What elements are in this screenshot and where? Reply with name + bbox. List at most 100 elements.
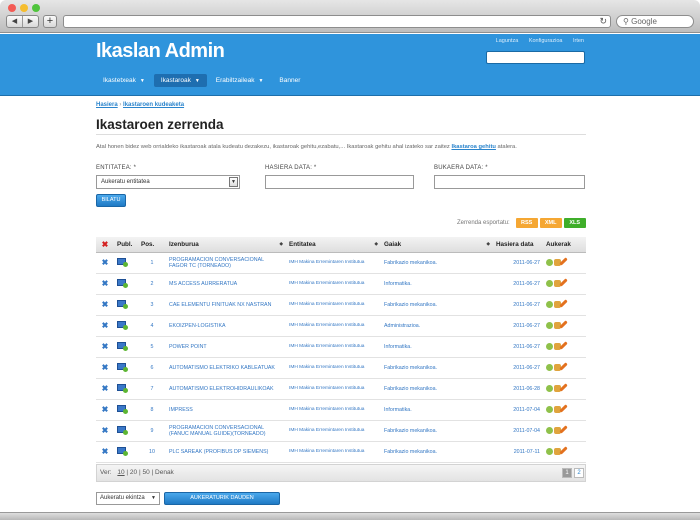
- edit-pencil-icon[interactable]: [559, 425, 568, 434]
- title-link[interactable]: PROGRAMACION CONVERSACIONAL FAGOR TC (TO…: [166, 252, 286, 274]
- delete-row-icon[interactable]: ✖: [96, 252, 114, 274]
- publish-cell[interactable]: [114, 420, 138, 442]
- nav-ikastetxeak[interactable]: Ikastetxeak ▼: [96, 74, 152, 87]
- delete-row-icon[interactable]: ✖: [96, 420, 114, 442]
- published-icon[interactable]: [117, 426, 128, 435]
- view-icon[interactable]: [546, 280, 553, 287]
- edit-pencil-icon[interactable]: [559, 404, 568, 413]
- published-icon[interactable]: [117, 447, 128, 456]
- col-izenburua[interactable]: Izenburua ◆: [166, 237, 286, 253]
- title-link[interactable]: EKOIZPEN-LOGISTIKA: [166, 315, 286, 337]
- page-1-button[interactable]: 1: [562, 468, 572, 478]
- publish-cell[interactable]: [114, 294, 138, 316]
- close-window-button[interactable]: [8, 4, 16, 12]
- view-icon[interactable]: [546, 406, 553, 413]
- view-icon[interactable]: [546, 427, 553, 434]
- publish-cell[interactable]: [114, 378, 138, 400]
- export-rss-button[interactable]: RSS: [515, 218, 538, 228]
- edit-pencil-icon[interactable]: [559, 446, 568, 455]
- page-size-50[interactable]: 50: [142, 469, 149, 476]
- delete-row-icon[interactable]: ✖: [96, 357, 114, 379]
- publish-cell[interactable]: [114, 336, 138, 358]
- published-icon[interactable]: [117, 363, 128, 372]
- browser-search-field[interactable]: ⚲ Google: [616, 15, 694, 28]
- start-date-input[interactable]: [265, 175, 414, 189]
- zoom-window-button[interactable]: [32, 4, 40, 12]
- published-icon[interactable]: [117, 258, 128, 267]
- view-icon[interactable]: [546, 448, 553, 455]
- page-size-20[interactable]: 20: [130, 469, 137, 476]
- published-icon[interactable]: [117, 342, 128, 351]
- reload-icon[interactable]: ↻: [599, 16, 607, 27]
- title-link[interactable]: MS ACCESS AURRERATUA: [166, 273, 286, 295]
- publish-cell[interactable]: [114, 441, 138, 463]
- delete-row-icon[interactable]: ✖: [96, 441, 114, 463]
- published-icon[interactable]: [117, 279, 128, 288]
- nav-banner[interactable]: Banner: [272, 74, 307, 87]
- col-pos[interactable]: Pos.: [138, 237, 166, 253]
- nav-ikastaroak[interactable]: Ikastaroak ▼: [153, 74, 207, 87]
- view-icon[interactable]: [546, 259, 553, 266]
- col-gaiak[interactable]: Gaiak ◆: [381, 237, 493, 253]
- view-icon[interactable]: [546, 385, 553, 392]
- publish-cell[interactable]: [114, 399, 138, 421]
- export-xml-button[interactable]: XML: [539, 218, 562, 228]
- view-icon[interactable]: [546, 364, 553, 371]
- breadcrumb-current[interactable]: Ikastaroen kudeaketa: [123, 102, 184, 108]
- title-link[interactable]: IMPRESS: [166, 399, 286, 421]
- view-icon[interactable]: [546, 322, 553, 329]
- search-button[interactable]: BILATU: [96, 194, 126, 207]
- edit-pencil-icon[interactable]: [559, 320, 568, 329]
- edit-pencil-icon[interactable]: [559, 257, 568, 266]
- minimize-window-button[interactable]: [20, 4, 28, 12]
- published-icon[interactable]: [117, 405, 128, 414]
- edit-pencil-icon[interactable]: [559, 383, 568, 392]
- delete-row-icon[interactable]: ✖: [96, 336, 114, 358]
- bulk-apply-button[interactable]: AUKERATURIK DAUDEN ELEMENTUENTZAT: [164, 492, 280, 512]
- new-tab-button[interactable]: +: [43, 15, 57, 28]
- edit-pencil-icon[interactable]: [559, 299, 568, 308]
- title-link[interactable]: PLC SAREAK (PROFIBUS DP SIEMENS): [166, 441, 286, 463]
- publish-cell[interactable]: [114, 357, 138, 379]
- end-date-input[interactable]: [434, 175, 585, 189]
- nav-erabiltzaileak[interactable]: Erabiltzaileak ▼: [209, 74, 271, 87]
- settings-link[interactable]: Konfigurazioa: [529, 38, 563, 44]
- add-course-link[interactable]: Ikastaroa gehitu: [451, 144, 495, 150]
- publish-cell[interactable]: [114, 273, 138, 295]
- edit-pencil-icon[interactable]: [559, 278, 568, 287]
- published-icon[interactable]: [117, 300, 128, 309]
- delete-row-icon[interactable]: ✖: [96, 273, 114, 295]
- address-bar[interactable]: ↻: [63, 15, 611, 28]
- export-xls-button[interactable]: XLS: [563, 218, 586, 228]
- delete-all-icon[interactable]: ✖: [96, 237, 114, 253]
- publish-cell[interactable]: [114, 252, 138, 274]
- delete-row-icon[interactable]: ✖: [96, 294, 114, 316]
- title-link[interactable]: CAE ELEMENTU FINITUAK NX NASTRAN: [166, 294, 286, 316]
- help-link[interactable]: Laguntza: [496, 38, 519, 44]
- brand-logo[interactable]: Ikaslan Admin: [96, 40, 225, 63]
- header-search-input[interactable]: [486, 51, 585, 64]
- edit-pencil-icon[interactable]: [559, 362, 568, 371]
- title-link[interactable]: AUTOMATISMO ELEKTROHIDRAULIKOAK: [166, 378, 286, 400]
- title-link[interactable]: AUTOMATISMO ELEKTRIKO KABLEATUAK: [166, 357, 286, 379]
- delete-row-icon[interactable]: ✖: [96, 399, 114, 421]
- published-icon[interactable]: [117, 384, 128, 393]
- title-link[interactable]: POWER POINT: [166, 336, 286, 358]
- col-hasiera-data[interactable]: Hasiera data: [493, 237, 543, 253]
- forward-arrow-icon[interactable]: ▶: [23, 16, 38, 27]
- delete-row-icon[interactable]: ✖: [96, 378, 114, 400]
- logout-link[interactable]: Irten: [573, 38, 584, 44]
- back-arrow-icon[interactable]: ◀: [7, 16, 23, 27]
- page-size-all[interactable]: Denak: [155, 469, 174, 476]
- view-icon[interactable]: [546, 301, 553, 308]
- delete-row-icon[interactable]: ✖: [96, 315, 114, 337]
- publish-cell[interactable]: [114, 315, 138, 337]
- view-icon[interactable]: [546, 343, 553, 350]
- published-icon[interactable]: [117, 321, 128, 330]
- breadcrumb-home[interactable]: Hasiera: [96, 102, 118, 108]
- title-link[interactable]: PROGRAMACION CONVERSACIONAL (FANUC MANUA…: [166, 420, 286, 442]
- entity-select[interactable]: Aukeratu entitatea ▼: [96, 175, 240, 189]
- page-size-10[interactable]: 10: [117, 469, 124, 476]
- page-2-button[interactable]: 2: [574, 468, 584, 478]
- edit-pencil-icon[interactable]: [559, 341, 568, 350]
